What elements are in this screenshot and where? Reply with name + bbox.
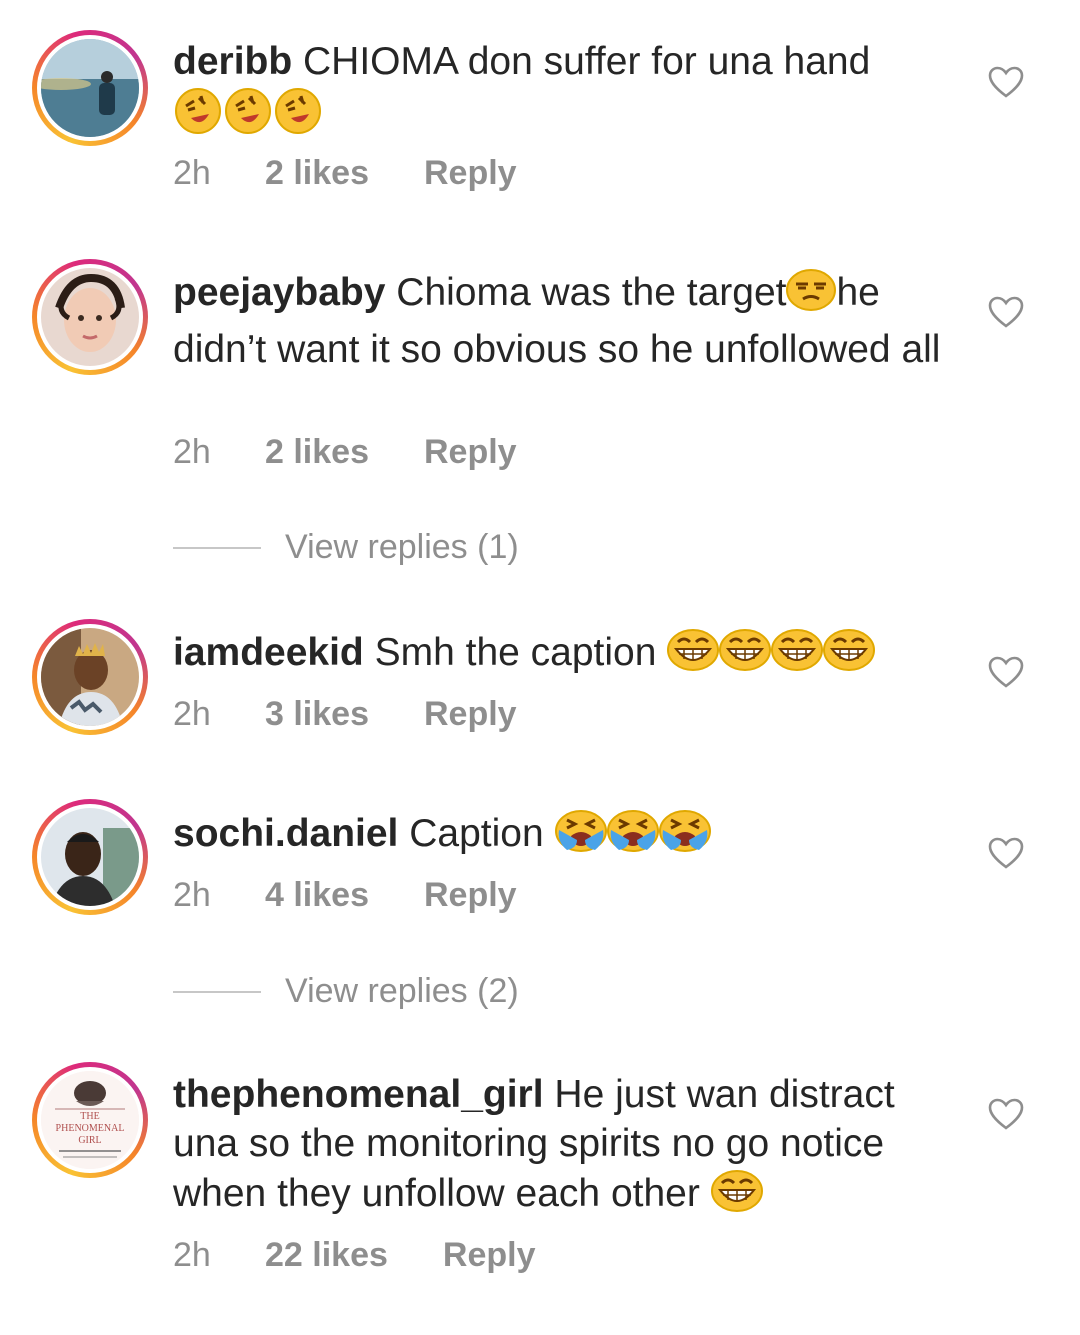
comment-time: 2h <box>173 876 211 914</box>
avatar[interactable] <box>32 259 148 375</box>
comment-text: thephenomenal_girl He just wan distract … <box>173 1070 963 1226</box>
comment-username[interactable]: iamdeekid <box>173 631 364 674</box>
rolling-laughing-icon <box>223 86 273 148</box>
rolling-laughing-icon <box>273 86 323 148</box>
avatar[interactable]: THE PHENOMENAL GIRL <box>32 1062 148 1178</box>
heart-outline-icon[interactable] <box>988 296 1024 328</box>
heart-outline-icon[interactable] <box>988 837 1024 869</box>
comment-username[interactable]: peejaybaby <box>173 271 385 314</box>
comment-time: 2h <box>173 695 211 733</box>
comment-username[interactable]: thephenomenal_girl <box>173 1073 544 1116</box>
reply-button[interactable]: Reply <box>424 695 517 734</box>
comment-text: iamdeekid Smh the caption <box>173 627 963 685</box>
comment-meta: 2h 2 likes Reply <box>173 154 517 193</box>
view-replies-button[interactable]: View replies (1) <box>173 528 519 567</box>
grinning-squint-icon <box>710 1168 763 1226</box>
reply-button[interactable]: Reply <box>443 1236 536 1275</box>
logo-text: THE <box>80 1111 99 1122</box>
avatar[interactable] <box>32 30 148 146</box>
reply-button[interactable]: Reply <box>424 154 517 193</box>
logo-text: GIRL <box>78 1135 101 1146</box>
comment-meta: 2h 3 likes Reply <box>173 695 517 734</box>
comment-username[interactable]: sochi.daniel <box>173 812 398 855</box>
comment-text: deribb CHIOMA don suffer for una hand <box>173 37 963 148</box>
loudly-crying-icon <box>554 808 607 866</box>
grinning-squint-icon <box>771 627 824 685</box>
divider <box>173 990 261 993</box>
reply-button[interactable]: Reply <box>424 433 517 472</box>
likes-count[interactable]: 3 likes <box>265 695 369 734</box>
heart-outline-icon[interactable] <box>988 656 1024 688</box>
view-replies-button[interactable]: View replies (2) <box>173 972 519 1011</box>
likes-count[interactable]: 2 likes <box>265 154 369 193</box>
grinning-squint-icon <box>667 627 720 685</box>
comment-text: sochi.daniel Caption <box>173 808 963 866</box>
comment-time: 2h <box>173 1236 211 1274</box>
rolling-laughing-icon <box>173 86 223 148</box>
logo-text: PHENOMENAL <box>56 1123 125 1134</box>
heart-outline-icon[interactable] <box>988 66 1024 98</box>
comment-time: 2h <box>173 433 211 471</box>
loudly-crying-icon <box>658 808 711 866</box>
likes-count[interactable]: 22 likes <box>265 1236 388 1275</box>
comment-meta: 2h 22 likes Reply <box>173 1236 535 1275</box>
view-replies-label: View replies (1) <box>285 528 519 566</box>
loudly-crying-icon <box>606 808 659 866</box>
comment-meta: 2h 4 likes Reply <box>173 876 517 915</box>
grinning-squint-icon <box>823 627 876 685</box>
view-replies-label: View replies (2) <box>285 972 519 1010</box>
divider <box>173 546 261 549</box>
unamused-face-icon <box>786 267 837 325</box>
comment-time: 2h <box>173 154 211 192</box>
avatar[interactable] <box>32 619 148 735</box>
reply-button[interactable]: Reply <box>424 876 517 915</box>
heart-outline-icon[interactable] <box>988 1098 1024 1130</box>
comment-meta: 2h 2 likes Reply <box>173 433 517 472</box>
avatar[interactable] <box>32 799 148 915</box>
comment-username[interactable]: deribb <box>173 40 292 83</box>
likes-count[interactable]: 2 likes <box>265 433 369 472</box>
likes-count[interactable]: 4 likes <box>265 876 369 915</box>
comment-text: peejaybaby Chioma was the target he didn’… <box>173 267 963 374</box>
grinning-squint-icon <box>719 627 772 685</box>
